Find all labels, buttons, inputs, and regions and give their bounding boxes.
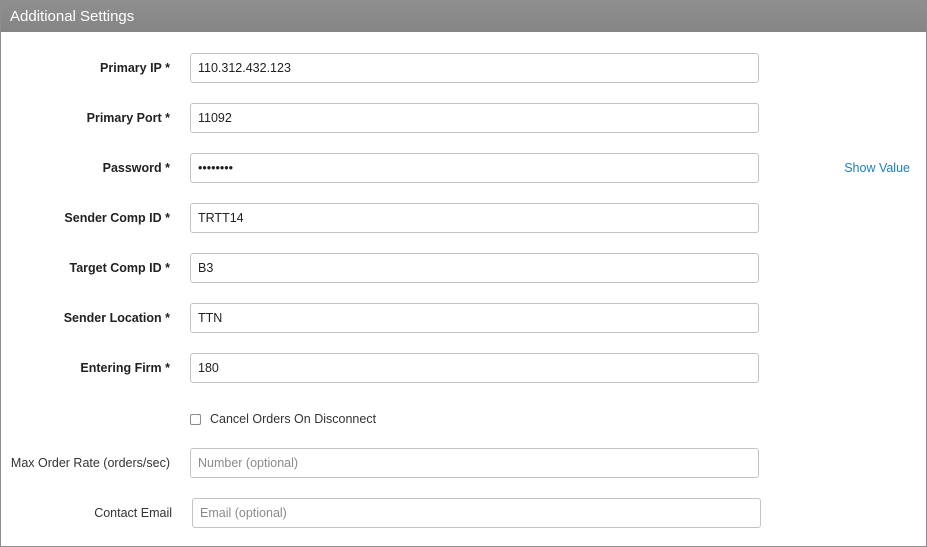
target-comp-id-label: Target Comp ID * — [69, 261, 170, 275]
panel-header-title: Additional Settings — [1, 1, 926, 32]
sender-comp-id-label: Sender Comp ID * — [64, 211, 170, 225]
contact-email-label: Contact Email — [94, 506, 172, 520]
primary-port-label: Primary Port * — [86, 111, 170, 125]
sender-location-label: Sender Location * — [63, 311, 170, 325]
primary-port-input[interactable] — [190, 103, 759, 133]
password-label: Password * — [102, 161, 170, 175]
max-order-rate-label: Max Order Rate (orders/sec) — [10, 456, 170, 470]
target-comp-id-input[interactable] — [190, 253, 759, 283]
sender-location-row: Sender Location * — [1, 303, 926, 333]
cancel-orders-row: Cancel Orders On Disconnect — [190, 411, 376, 427]
password-input[interactable] — [190, 153, 759, 183]
sender-comp-id-row: Sender Comp ID * — [1, 203, 926, 233]
target-comp-id-row: Target Comp ID * — [1, 253, 926, 283]
additional-settings-panel: Additional Settings Primary IP * Primary… — [0, 0, 927, 547]
max-order-rate-row: Max Order Rate (orders/sec) — [1, 448, 926, 478]
primary-ip-row: Primary IP * — [1, 53, 926, 83]
primary-port-row: Primary Port * — [1, 103, 926, 133]
max-order-rate-input[interactable] — [190, 448, 759, 478]
entering-firm-label: Entering Firm * — [80, 361, 170, 375]
sender-comp-id-input[interactable] — [190, 203, 759, 233]
show-value-link[interactable]: Show Value — [844, 153, 910, 183]
cancel-orders-checkbox[interactable] — [190, 413, 201, 425]
sender-location-input[interactable] — [190, 303, 759, 333]
primary-ip-input[interactable] — [190, 53, 759, 83]
entering-firm-row: Entering Firm * — [1, 353, 926, 383]
entering-firm-input[interactable] — [190, 353, 759, 383]
password-row: Password * Show Value — [1, 153, 926, 183]
cancel-orders-label[interactable]: Cancel Orders On Disconnect — [210, 412, 376, 426]
contact-email-input[interactable] — [192, 498, 761, 528]
primary-ip-label: Primary IP * — [100, 61, 170, 75]
contact-email-row: Contact Email — [1, 498, 926, 528]
